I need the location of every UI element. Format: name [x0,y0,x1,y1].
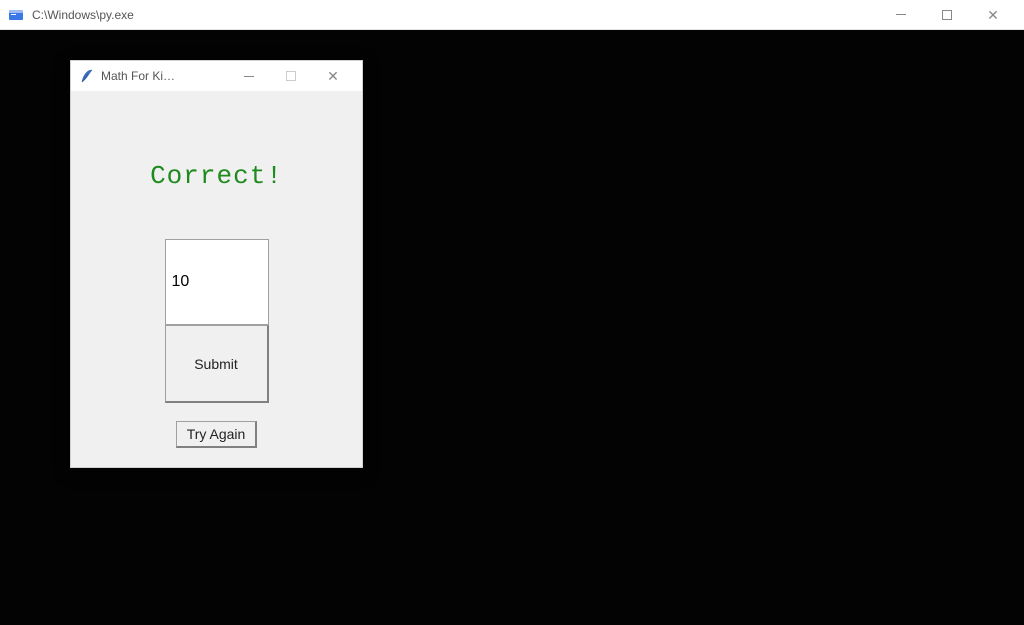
tk-window-controls: ✕ [228,61,354,91]
tk-window: Math For Ki… ✕ Correct! Submit Try Again [70,60,363,468]
tk-feather-icon [79,68,95,84]
console-app-icon [8,7,24,23]
console-body: Math For Ki… ✕ Correct! Submit Try Again [0,30,1024,625]
result-label: Correct! [150,161,283,191]
answer-input[interactable] [165,239,269,325]
maximize-button[interactable] [924,0,970,30]
minimize-button[interactable] [878,0,924,30]
tk-close-button[interactable]: ✕ [312,61,354,91]
minimize-icon [244,76,254,77]
tk-titlebar: Math For Ki… ✕ [71,61,362,91]
console-window-controls: ✕ [878,0,1016,30]
tk-window-title: Math For Ki… [101,69,187,83]
maximize-icon [286,71,296,81]
console-titlebar: C:\Windows\py.exe ✕ [0,0,1024,30]
minimize-icon [896,14,906,15]
maximize-icon [942,10,952,20]
close-button[interactable]: ✕ [970,0,1016,30]
submit-button[interactable]: Submit [165,325,269,403]
close-icon: ✕ [987,8,999,22]
tk-maximize-button[interactable] [270,61,312,91]
try-again-button[interactable]: Try Again [176,421,258,448]
tk-minimize-button[interactable] [228,61,270,91]
tk-body: Correct! Submit Try Again [71,91,362,467]
console-title: C:\Windows\py.exe [32,8,878,22]
close-icon: ✕ [327,69,339,83]
